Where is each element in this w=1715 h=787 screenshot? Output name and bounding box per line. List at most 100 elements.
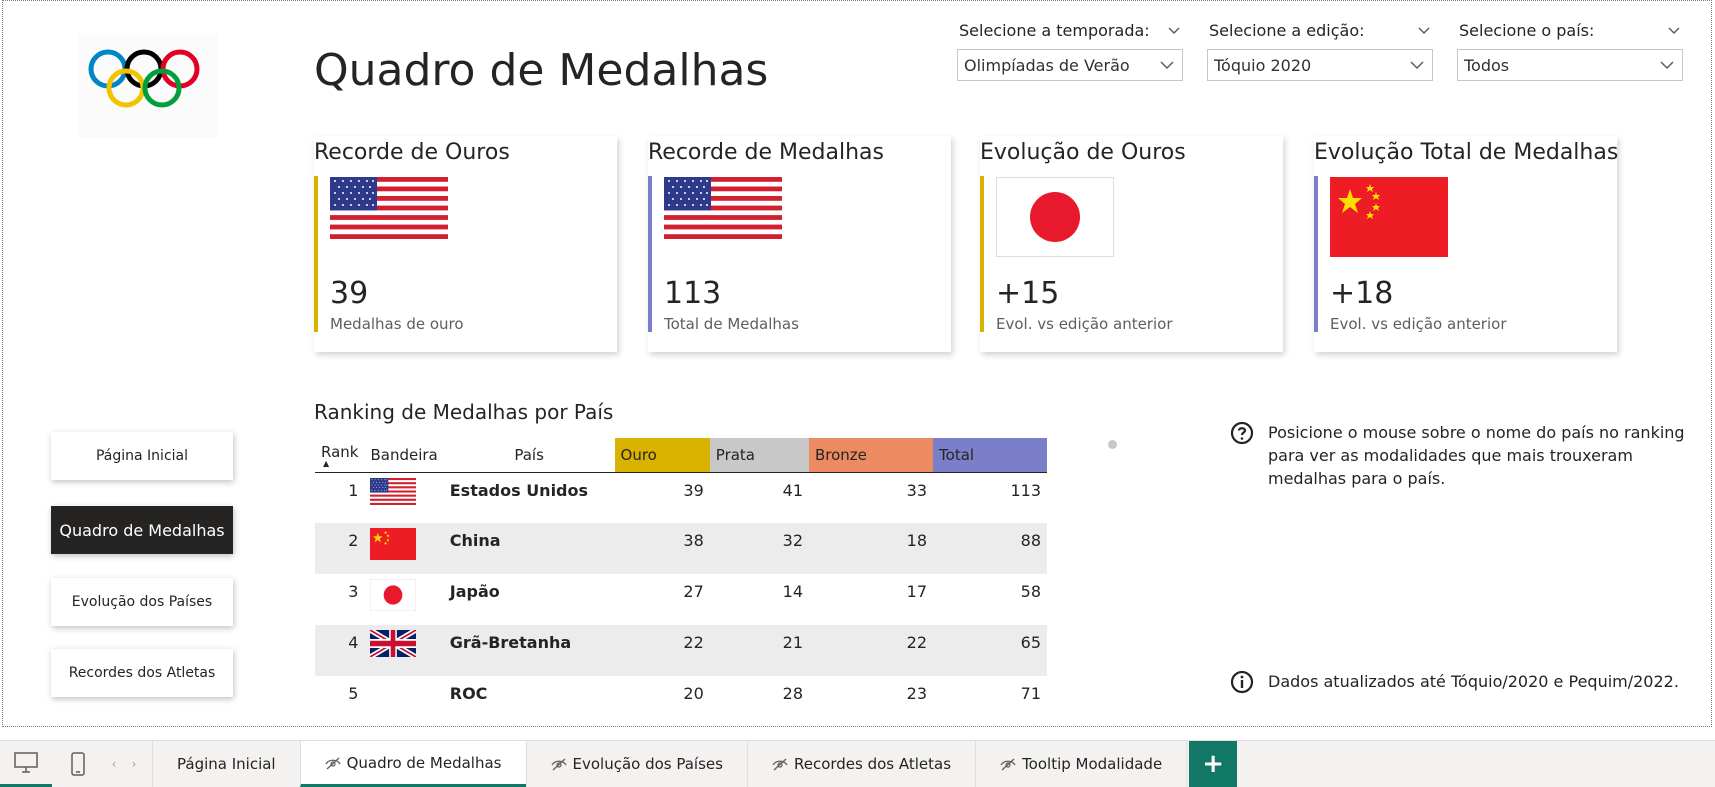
total-cell: 58: [1020, 582, 1041, 601]
table-row[interactable]: 3 Japão 27 14 17 58: [315, 574, 1047, 625]
card-title: Evolução Total de Medalhas: [1314, 140, 1619, 165]
total-cell: 113: [1010, 480, 1041, 500]
page-title: Quadro de Medalhas: [314, 45, 769, 96]
silver-cell: 32: [709, 523, 809, 574]
table-row[interactable]: 1 Estados Unidos 39 41 33 113: [315, 472, 1047, 523]
japan-flag-icon: [370, 579, 417, 611]
table-row[interactable]: 2 China 38 32 18 88: [315, 523, 1047, 574]
nav-button-medal-board[interactable]: Quadro de Medalhas: [51, 506, 233, 554]
col-header-total[interactable]: Total: [933, 438, 1047, 473]
card-title: Recorde de Medalhas: [648, 140, 884, 165]
col-header-flag[interactable]: Bandeira: [364, 438, 444, 473]
nav-button-home[interactable]: Página Inicial: [51, 432, 233, 480]
flag-cell: [364, 625, 444, 676]
tab-pagina-inicial[interactable]: Página Inicial: [152, 741, 300, 787]
flag-cell: [364, 676, 443, 727]
tab-label: Página Inicial: [177, 755, 276, 773]
gold-cell: 27: [683, 582, 704, 601]
card-gold-record[interactable]: Recorde de Ouros 39 Medalhas de ouro: [314, 136, 617, 352]
col-header-bronze[interactable]: Bronze: [809, 438, 934, 473]
china-flag-icon: [370, 528, 416, 560]
tab-evolucao-dos-paises[interactable]: Evolução dos Países: [525, 741, 747, 787]
usa-flag-icon: [664, 177, 782, 239]
country-value: Todos: [1464, 55, 1510, 75]
country-name[interactable]: Grã-Bretanha: [443, 625, 615, 676]
card-medal-record[interactable]: Recorde de Medalhas 113 Total de Medalha…: [648, 136, 951, 352]
tab-recordes-dos-atletas[interactable]: Recordes dos Atletas: [746, 741, 976, 787]
chevron-down-icon[interactable]: [1165, 21, 1183, 39]
sort-ascending-icon: ▲: [323, 458, 330, 468]
flag-cell: [364, 574, 443, 625]
chevron-down-icon: [1660, 61, 1674, 70]
card-accent-bar: [1314, 176, 1318, 332]
country-dropdown[interactable]: Todos: [1457, 49, 1683, 81]
add-page-button[interactable]: +: [1189, 741, 1238, 787]
country-name[interactable]: Japão: [444, 574, 615, 625]
col-header-gold[interactable]: Ouro: [614, 438, 710, 473]
card-total-evolution[interactable]: Evolução Total de Medalhas +18 Evol. vs …: [1314, 136, 1619, 352]
silver-cell: 28: [782, 684, 803, 703]
tab-label: Evolução dos Países: [572, 755, 723, 773]
gold-cell: 22: [614, 625, 710, 676]
gold-cell: 20: [683, 684, 704, 703]
update-note: Dados atualizados até Tóquio/2020 e Pequ…: [1230, 670, 1710, 694]
rank-cell: 3: [348, 582, 359, 601]
edition-slicer[interactable]: Selecione a edição: Tóquio 2020: [1207, 15, 1433, 81]
nav-button-athlete-records[interactable]: Recordes dos Atletas: [51, 649, 233, 697]
hover-hint: Posicione o mouse sobre o nome do país n…: [1230, 421, 1700, 490]
card-value: +18: [1330, 276, 1394, 311]
hidden-eye-icon: [325, 757, 341, 769]
card-gold-evolution[interactable]: Evolução de Ouros +15 Evol. vs edição an…: [980, 136, 1283, 352]
table-row[interactable]: 4 Grã-Bretanha 22 21 22 65: [315, 625, 1047, 676]
card-title: Evolução de Ouros: [980, 140, 1186, 165]
country-slicer[interactable]: Selecione o país: Todos: [1457, 15, 1683, 81]
country-name[interactable]: Estados Unidos: [444, 472, 615, 523]
edition-value: Tóquio 2020: [1214, 55, 1312, 75]
edition-dropdown[interactable]: Tóquio 2020: [1207, 49, 1433, 81]
country-name[interactable]: ROC: [444, 676, 615, 727]
country-name[interactable]: China: [443, 523, 615, 574]
page-tab-strip: ‹ › Página Inicial Quadro de Medalhas Ev…: [0, 740, 1715, 787]
chevron-right-icon[interactable]: ›: [132, 757, 137, 771]
usa-flag-icon: [370, 478, 416, 505]
card-title: Recorde de Ouros: [314, 140, 510, 165]
hidden-eye-icon: [550, 758, 567, 771]
mobile-phone-icon: [71, 752, 85, 776]
silver-cell: 41: [782, 480, 803, 500]
total-cell: 71: [1020, 684, 1041, 703]
nav-button-country-evolution[interactable]: Evolução dos Países: [51, 578, 233, 626]
ranking-table-title: Ranking de Medalhas por País: [314, 400, 614, 424]
col-header-country[interactable]: País: [443, 438, 615, 473]
usa-flag-icon: [330, 177, 448, 239]
silver-cell: 14: [782, 582, 803, 601]
total-cell: 65: [933, 625, 1047, 676]
bronze-cell: 33: [906, 480, 928, 500]
rank-cell: 1: [348, 480, 359, 500]
update-note-text: Dados atualizados até Tóquio/2020 e Pequ…: [1268, 672, 1679, 691]
chevron-down-icon[interactable]: [1415, 21, 1433, 39]
chevron-left-icon[interactable]: ‹: [112, 757, 117, 771]
col-header-rank[interactable]: Rank ▲: [315, 438, 365, 473]
chevron-down-icon[interactable]: [1665, 21, 1683, 39]
hidden-eye-icon: [772, 758, 788, 771]
gold-cell: 38: [614, 523, 710, 574]
tab-tooltip-modalidade[interactable]: Tooltip Modalidade: [975, 741, 1188, 787]
col-header-silver[interactable]: Prata: [709, 438, 809, 473]
season-dropdown[interactable]: Olimpíadas de Verão: [957, 49, 1183, 81]
card-subtitle: Evol. vs edição anterior: [1330, 315, 1507, 333]
table-row[interactable]: 5 ROC 20 28 23 71: [315, 676, 1047, 727]
mobile-view-button[interactable]: [52, 741, 104, 787]
question-circle-icon: [1230, 421, 1254, 445]
tab-label: Recordes dos Atletas: [793, 755, 952, 773]
table-header-row: Rank ▲ Bandeira País Ouro Prata Bronze To…: [315, 438, 1047, 473]
bronze-cell: 18: [809, 523, 934, 574]
card-value: 39: [330, 276, 369, 311]
scroll-indicator-dot: [1108, 440, 1117, 449]
tab-quadro-de-medalhas[interactable]: Quadro de Medalhas: [299, 741, 526, 787]
card-accent-bar: [980, 176, 984, 332]
card-accent-bar: [648, 176, 652, 332]
desktop-monitor-icon: [14, 751, 38, 773]
season-slicer[interactable]: Selecione a temporada: Olimpíadas de Ver…: [957, 15, 1183, 81]
desktop-view-button[interactable]: [0, 741, 52, 787]
rank-cell: 2: [315, 523, 365, 574]
